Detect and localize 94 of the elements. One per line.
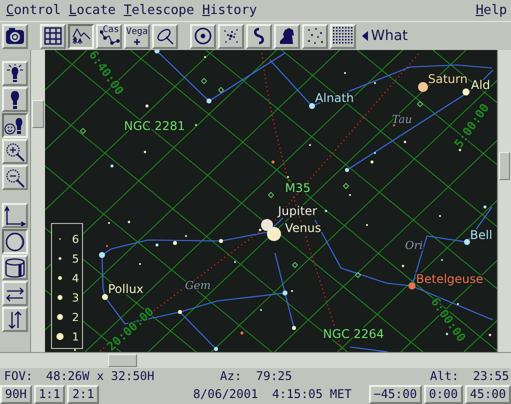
axes-button[interactable] [2, 203, 28, 228]
help-menu[interactable]: Help [476, 3, 507, 18]
magnitude-dot-icon [57, 314, 63, 320]
star-names-button[interactable]: Vega [124, 24, 150, 48]
camera-icon [5, 27, 25, 45]
magnitude-label: 3 [72, 292, 79, 304]
zoom-out-icon [5, 168, 25, 188]
magnitude-label: 4 [72, 272, 79, 285]
planet-disk [267, 227, 281, 241]
grid-icon [44, 27, 62, 45]
planet-label: Jupiter [278, 204, 318, 218]
ellipse-orbit-icon [156, 27, 174, 45]
scrollbar-thumb[interactable] [32, 100, 44, 128]
constellation-abbreviation: Cas [102, 26, 119, 34]
altitude-preset-button[interactable]: −45:00 [368, 384, 422, 404]
star-label: Betelgeuse [416, 272, 484, 286]
menu-item[interactable]: History [202, 3, 258, 18]
constellation-label: Ori [405, 239, 423, 252]
flip-horizontal-button[interactable] [2, 281, 28, 306]
left-right-arrows-icon [5, 286, 25, 302]
deep-sky-label: NGC 2264 [323, 327, 384, 341]
horsehead-icon [278, 27, 296, 45]
constellation-figures-button[interactable]: Cas [96, 24, 122, 48]
star-label: Bell [470, 228, 492, 242]
constellation-label: Tau [392, 113, 412, 126]
altitude-value: 23:55 [473, 368, 510, 384]
face-lightbulb-button[interactable] [2, 113, 28, 138]
azimuth-label: Az: [220, 368, 242, 384]
camera-button[interactable] [2, 24, 28, 48]
altitude-preset-button[interactable]: 45:00 [464, 384, 511, 404]
galaxies-toggle-button[interactable] [246, 24, 272, 48]
planet-icon [194, 27, 212, 45]
date-text: 8/06/2001 [193, 387, 258, 401]
vertical-scrollbar[interactable] [30, 50, 45, 352]
zoom-in-icon [5, 142, 25, 162]
magnitude-label: 2 [72, 311, 79, 324]
scrollbar-thumb[interactable] [108, 354, 137, 367]
cylinder-icon [4, 258, 26, 278]
menu-item[interactable]: Telescope [124, 3, 194, 18]
cylinder-button[interactable] [2, 255, 28, 280]
horizon-toggle-button[interactable] [68, 24, 94, 48]
stars-toggle-button[interactable] [302, 24, 328, 48]
moon-button[interactable] [2, 229, 28, 254]
magnitude-label: 5 [72, 252, 79, 266]
magnitude-dot-icon [56, 332, 64, 340]
menu-item[interactable]: Locate [68, 3, 116, 18]
lightbulb-icon [8, 90, 22, 110]
orbit-toggle-button[interactable] [152, 24, 178, 48]
flip-vertical-button[interactable] [2, 307, 28, 332]
star-cluster-icon [222, 27, 240, 45]
magnitude-dot-icon [58, 276, 62, 280]
dense-stars-icon [333, 27, 353, 45]
left-arrow-icon [362, 31, 368, 41]
up-down-arrows-icon [7, 310, 23, 330]
what-label: What [371, 28, 408, 44]
magnitude-dot-icon [58, 257, 62, 260]
azimuth-value: 79:25 [256, 368, 292, 384]
time-text: 4:15:05 MET [272, 387, 352, 401]
trees-mountains-icon [71, 27, 91, 45]
brighter-button[interactable] [2, 61, 28, 86]
magnitude-label: 1 [72, 330, 79, 344]
axes-icon [4, 206, 26, 226]
clusters-toggle-button[interactable] [218, 24, 244, 48]
star-label: Pollux [108, 282, 144, 296]
planet-disk [418, 82, 428, 92]
scattered-stars-icon [306, 27, 324, 45]
fov-value: 48:26W x 32:50H [46, 368, 154, 384]
vertical-scrollbar[interactable] [497, 50, 511, 352]
fov-preset-button[interactable]: 1:1 [34, 384, 66, 404]
scrollbar-thumb[interactable] [499, 152, 510, 180]
star-dot [408, 282, 416, 290]
fov-preset-button[interactable]: 90H [0, 384, 32, 404]
planet-disk [261, 219, 273, 231]
star-icon [134, 38, 140, 44]
magnitude-dot-icon [58, 295, 62, 300]
planets-toggle-button[interactable] [190, 24, 216, 48]
star-name-text: Vega [126, 28, 148, 36]
planet-label: Venus [285, 221, 322, 235]
dense-stars-toggle-button[interactable] [330, 24, 356, 48]
altitude-preset-button[interactable]: 0:00 [424, 384, 463, 404]
fov-preset-button[interactable]: 2:1 [67, 384, 100, 404]
zoom-in-button[interactable] [2, 139, 28, 164]
planet-label: Saturn [428, 72, 468, 86]
horizontal-scrollbar[interactable] [0, 352, 511, 368]
dimmer-button[interactable] [2, 87, 28, 112]
moon-phase-icon [5, 232, 25, 252]
magnitude-label: 6 [72, 233, 79, 246]
menu-item[interactable]: Control [6, 3, 61, 18]
grid-toggle-button[interactable] [40, 24, 66, 48]
zoom-out-button[interactable] [2, 165, 28, 190]
lightbulb-rays-icon [5, 64, 25, 84]
nebulae-toggle-button[interactable] [274, 24, 300, 48]
fov-label: FOV: [4, 368, 33, 384]
altitude-label: Alt: [430, 368, 459, 384]
